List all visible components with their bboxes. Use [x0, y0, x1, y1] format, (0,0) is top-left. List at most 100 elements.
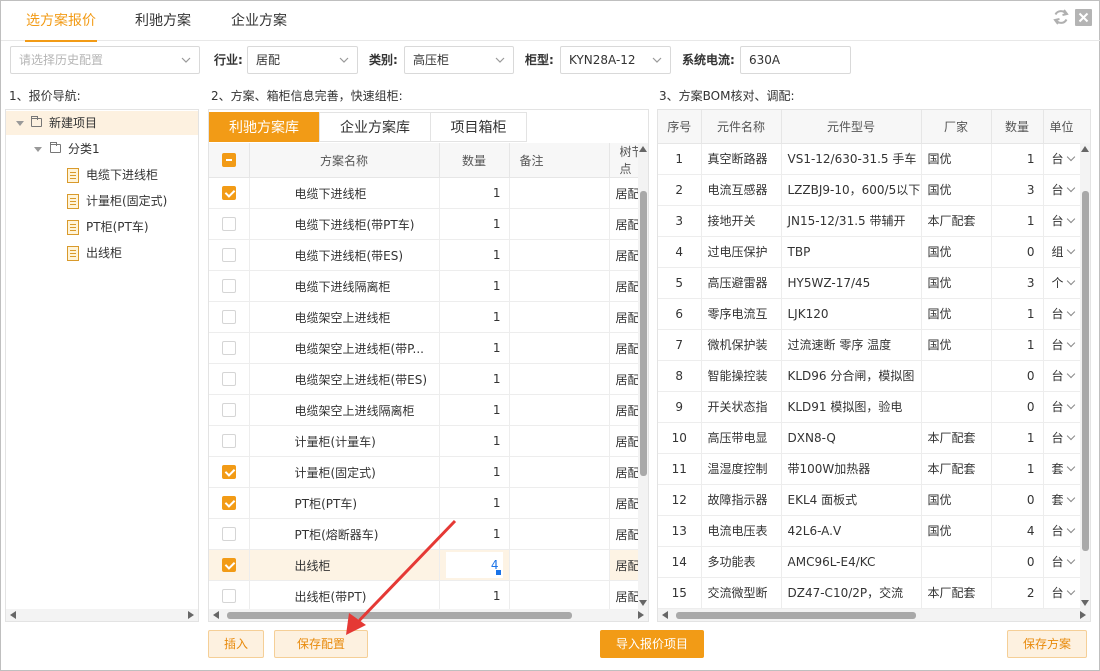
table-row[interactable]: 出线柜 4 居配: [209, 549, 648, 581]
manufacturer-cell[interactable]: 国优: [921, 329, 992, 361]
import-quote-project-button[interactable]: 导入报价项目: [600, 630, 704, 658]
qty-cell[interactable]: 1: [439, 332, 510, 364]
qty-cell[interactable]: 0: [991, 484, 1044, 516]
component-model-cell[interactable]: TBP: [781, 236, 922, 268]
scroll-left-icon[interactable]: [662, 611, 668, 619]
insert-button[interactable]: 插入: [208, 630, 264, 658]
scheme-vertical-scrollbar[interactable]: [638, 143, 648, 609]
component-model-cell[interactable]: VS1-12/630-31.5 手车: [781, 143, 922, 175]
note-cell[interactable]: [509, 580, 610, 612]
note-cell[interactable]: [509, 363, 610, 395]
table-row[interactable]: 电缆架空上进线柜 1 居配: [209, 301, 648, 333]
table-row[interactable]: PT柜(熔断器车) 1 居配: [209, 518, 648, 550]
cabinet-type-select[interactable]: KYN28A-12: [560, 46, 671, 74]
component-name-cell[interactable]: 电流互感器: [701, 174, 782, 206]
component-model-cell[interactable]: JN15-12/31.5 带辅开: [781, 205, 922, 237]
table-row[interactable]: 电缆架空上进线柜(带P... 1 居配: [209, 332, 648, 364]
component-name-cell[interactable]: 零序电流互: [701, 298, 782, 330]
row-checkbox-cell[interactable]: [209, 456, 250, 488]
component-model-cell[interactable]: HY5WZ-17/45: [781, 267, 922, 299]
scroll-right-icon[interactable]: [1080, 611, 1086, 619]
qty-cell[interactable]: 1: [439, 363, 510, 395]
tab-project-cabinets[interactable]: 项目箱柜: [430, 112, 527, 142]
tab-select-scheme-quote[interactable]: 选方案报价: [25, 1, 97, 42]
row-checkbox[interactable]: [221, 403, 236, 418]
row-checkbox-cell[interactable]: [209, 580, 250, 612]
table-row[interactable]: 10 高压带电显 DXN8-Q 本厂配套 1 台: [658, 422, 1090, 454]
component-model-cell[interactable]: 过流速断 零序 温度: [781, 329, 922, 361]
qty-cell[interactable]: 1: [439, 425, 510, 457]
row-checkbox-cell[interactable]: [209, 518, 250, 550]
qty-input[interactable]: 4: [445, 552, 503, 578]
qty-cell[interactable]: 1: [439, 301, 510, 333]
qty-cell[interactable]: 1: [439, 487, 510, 519]
qty-cell[interactable]: 0: [991, 236, 1044, 268]
manufacturer-cell[interactable]: 本厂配套: [921, 422, 992, 454]
qty-cell[interactable]: 1: [991, 298, 1044, 330]
system-current-select[interactable]: 630A: [740, 46, 851, 74]
row-checkbox-cell[interactable]: [209, 425, 250, 457]
table-row[interactable]: 电缆下进线柜(带ES) 1 居配: [209, 239, 648, 271]
component-model-cell[interactable]: EKL4 面板式: [781, 484, 922, 516]
manufacturer-cell[interactable]: 本厂配套: [921, 205, 992, 237]
row-checkbox-cell[interactable]: [209, 177, 250, 209]
row-checkbox[interactable]: [221, 372, 236, 387]
note-cell[interactable]: [509, 208, 610, 240]
table-row[interactable]: 8 智能操控装 KLD96 分合闸，模拟图 0 台: [658, 360, 1090, 392]
component-name-cell[interactable]: 过电压保护: [701, 236, 782, 268]
component-model-cell[interactable]: AMC96L-E4/KC: [781, 546, 922, 578]
component-name-cell[interactable]: 高压避雷器: [701, 267, 782, 299]
component-name-cell[interactable]: 开关状态指: [701, 391, 782, 423]
table-row[interactable]: 11 温湿度控制 带100W加热器 本厂配套 1 套: [658, 453, 1090, 485]
table-row[interactable]: 9 开关状态指 KLD91 模拟图，验电 0 台: [658, 391, 1090, 423]
row-checkbox-cell[interactable]: [209, 270, 250, 302]
table-row[interactable]: 电缆下进线隔离柜 1 居配: [209, 270, 648, 302]
tree-node-cabinet[interactable]: 电缆下进线柜: [6, 163, 198, 187]
scroll-right-icon[interactable]: [188, 611, 194, 619]
manufacturer-cell[interactable]: 国优: [921, 174, 992, 206]
tab-lichi-library[interactable]: 利驰方案库: [209, 112, 319, 142]
qty-cell[interactable]: 4: [991, 515, 1044, 547]
tree-node-cabinet[interactable]: PT柜(PT车): [6, 215, 198, 239]
component-name-cell[interactable]: 故障指示器: [701, 484, 782, 516]
row-checkbox-cell[interactable]: [209, 549, 250, 581]
table-row[interactable]: 6 零序电流互 LJK120 国优 1 台: [658, 298, 1090, 330]
component-name-cell[interactable]: 接地开关: [701, 205, 782, 237]
row-checkbox-cell[interactable]: [209, 208, 250, 240]
qty-cell[interactable]: 1: [439, 394, 510, 426]
table-row[interactable]: 13 电流电压表 42L6-A.V 国优 4 台: [658, 515, 1090, 547]
bom-horizontal-scrollbar[interactable]: [658, 609, 1090, 621]
tree-node-project[interactable]: 新建项目: [6, 111, 198, 135]
nav-horizontal-scrollbar[interactable]: [6, 609, 198, 621]
row-checkbox[interactable]: [221, 186, 236, 201]
tab-enterprise-library[interactable]: 企业方案库: [319, 112, 431, 142]
manufacturer-cell[interactable]: 国优: [921, 484, 992, 516]
qty-cell[interactable]: 1: [439, 518, 510, 550]
scroll-up-icon[interactable]: [1081, 146, 1089, 152]
scroll-down-icon[interactable]: [1081, 600, 1089, 606]
row-checkbox-cell[interactable]: [209, 301, 250, 333]
table-row[interactable]: 电缆架空上进线柜(带ES) 1 居配: [209, 363, 648, 395]
qty-cell[interactable]: 1: [991, 453, 1044, 485]
bom-vertical-scrollbar[interactable]: [1080, 143, 1090, 609]
row-checkbox[interactable]: [221, 217, 236, 232]
component-model-cell[interactable]: LZZBJ9-10，600/5以下: [781, 174, 922, 206]
table-row[interactable]: 出线柜(带PT) 1 居配: [209, 580, 648, 612]
tree-node-cabinet[interactable]: 计量柜(固定式): [6, 189, 198, 213]
category-select[interactable]: 高压柜: [404, 46, 514, 74]
row-checkbox[interactable]: [221, 527, 236, 542]
tab-enterprise-scheme[interactable]: 企业方案: [231, 1, 287, 41]
component-model-cell[interactable]: DZ47-C10/2P，交流: [781, 577, 922, 609]
tab-lichi-scheme[interactable]: 利驰方案: [135, 1, 191, 41]
table-row[interactable]: 1 真空断路器 VS1-12/630-31.5 手车 国优 1 台: [658, 143, 1090, 175]
qty-cell[interactable]: 0: [991, 391, 1044, 423]
table-row[interactable]: 12 故障指示器 EKL4 面板式 国优 0 套: [658, 484, 1090, 516]
qty-cell[interactable]: 1: [991, 205, 1044, 237]
manufacturer-cell[interactable]: 国优: [921, 236, 992, 268]
note-cell[interactable]: [509, 425, 610, 457]
note-cell[interactable]: [509, 270, 610, 302]
component-name-cell[interactable]: 交流微型断: [701, 577, 782, 609]
table-row[interactable]: 计量柜(固定式) 1 居配: [209, 456, 648, 488]
component-name-cell[interactable]: 真空断路器: [701, 143, 782, 175]
scroll-thumb[interactable]: [640, 191, 647, 476]
